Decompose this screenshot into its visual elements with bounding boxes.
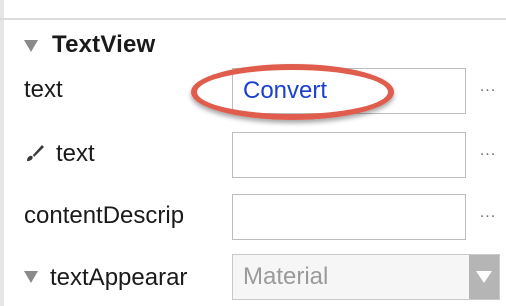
- content-description-input[interactable]: [232, 194, 466, 240]
- section-title: TextView: [52, 31, 156, 58]
- expand-triangle-icon[interactable]: [24, 40, 38, 52]
- tools-text-more-button[interactable]: ...: [476, 142, 500, 160]
- text-appearance-label-text: textAppearar: [50, 264, 188, 291]
- brush-icon: [27, 144, 44, 161]
- panel-left-edge: [0, 0, 4, 306]
- tools-text-label-text: text: [56, 140, 95, 167]
- tools-text-label: text: [24, 140, 95, 168]
- text-more-button[interactable]: ...: [476, 78, 500, 96]
- tools-text-input[interactable]: [232, 132, 466, 178]
- content-description-label: contentDescrip: [24, 202, 185, 229]
- section-header-textview[interactable]: TextView: [24, 28, 155, 62]
- expand-triangle-icon[interactable]: [24, 270, 38, 283]
- dropdown-selected-value: Material: [243, 263, 329, 290]
- chevron-down-icon: [476, 271, 492, 283]
- top-divider: [0, 18, 506, 20]
- content-description-more-button[interactable]: ...: [476, 204, 500, 222]
- text-appearance-label[interactable]: textAppearar: [24, 264, 230, 292]
- text-label: text: [24, 76, 63, 103]
- text-appearance-dropdown[interactable]: Material: [232, 254, 500, 300]
- text-input[interactable]: Convert: [232, 68, 466, 114]
- dropdown-arrow-button[interactable]: [469, 255, 499, 299]
